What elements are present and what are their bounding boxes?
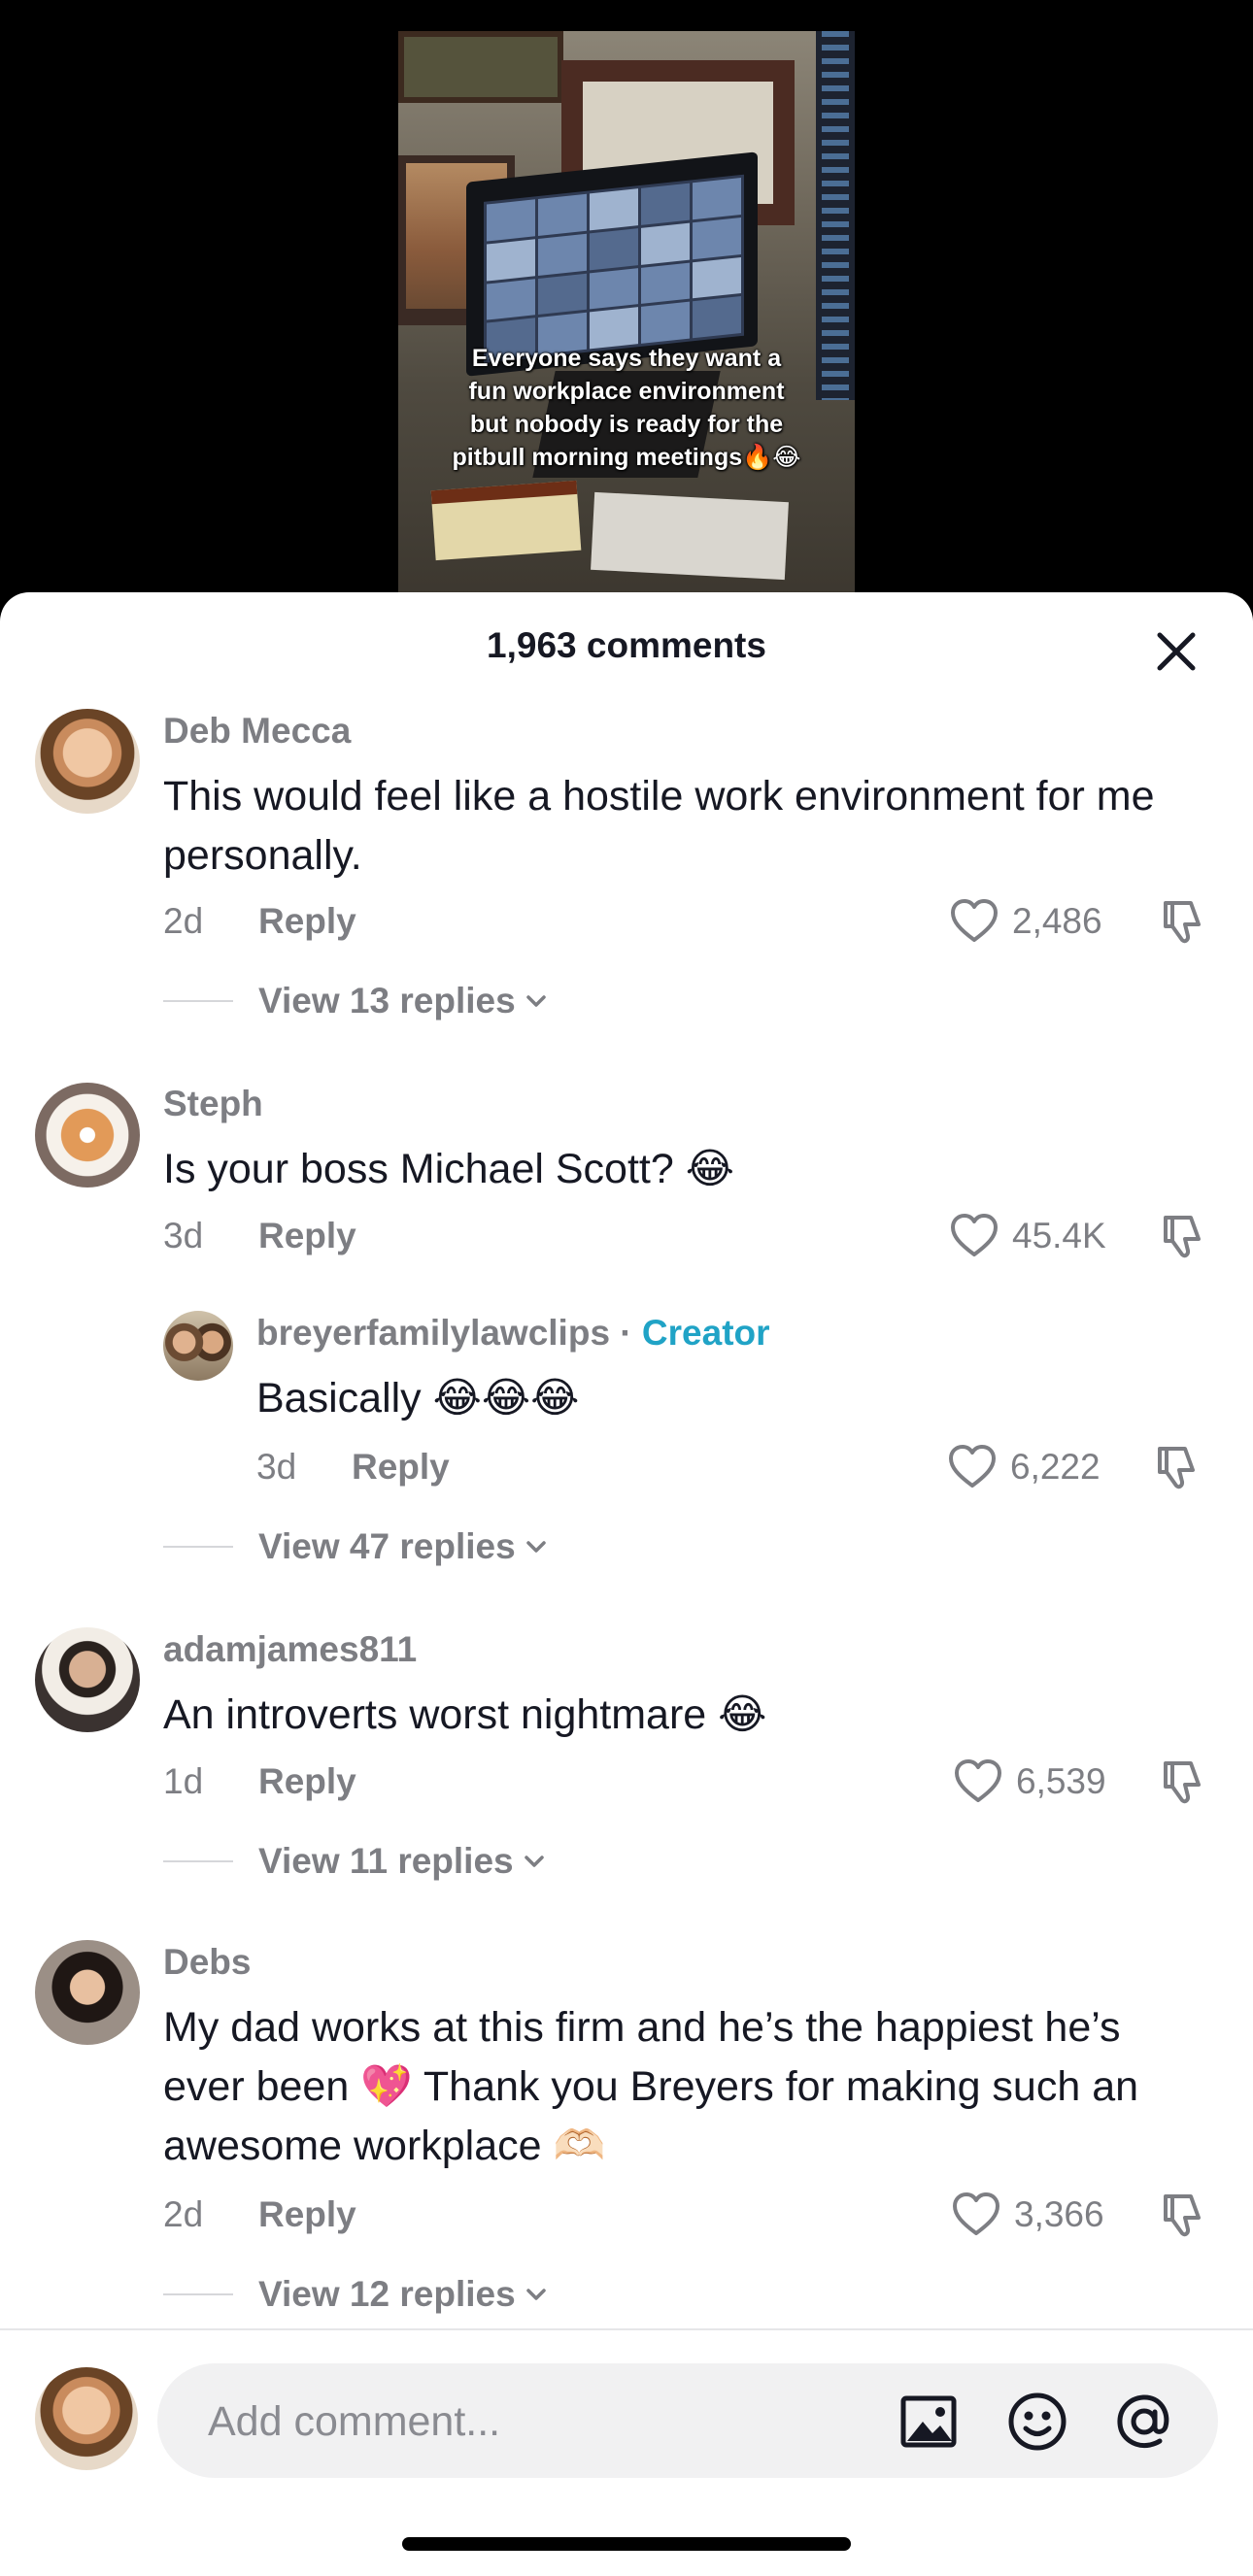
reply-button[interactable]: Reply — [258, 1761, 356, 1802]
mention-icon[interactable] — [1113, 2391, 1175, 2453]
avatar[interactable] — [35, 1627, 140, 1732]
add-comment-field[interactable]: Add comment... — [157, 2363, 1218, 2478]
reply-button[interactable]: Reply — [352, 1447, 450, 1488]
heart-icon — [951, 1214, 998, 1256]
heart-icon — [951, 899, 998, 942]
papers — [591, 491, 789, 581]
creator-badge: Creator — [641, 1313, 770, 1353]
view-replies-label: View 12 replies — [258, 2274, 516, 2314]
comment-text: An introverts worst nightmare 😂 — [163, 1691, 767, 1738]
chevron-down-icon — [525, 1541, 546, 1553]
comment-username[interactable]: Steph — [163, 1084, 263, 1124]
reply-button[interactable]: Reply — [258, 2194, 356, 2235]
comments-list[interactable]: 1,963 comments Deb Mecca This would feel… — [0, 592, 1253, 2328]
comment-text: This would feel like a hostile work envi… — [163, 773, 1155, 879]
close-icon[interactable] — [1152, 627, 1201, 676]
chevron-down-icon — [525, 2289, 546, 2300]
comment-username[interactable]: adamjames811 — [163, 1629, 417, 1670]
dislike-icon[interactable] — [1156, 2189, 1208, 2241]
like-button[interactable]: 6,222 — [946, 1441, 1101, 1493]
reply-text: Basically 😂😂😂 — [256, 1375, 580, 1422]
avatar[interactable] — [163, 1311, 233, 1381]
like-count: 2,486 — [1012, 901, 1102, 941]
like-count: 45.4K — [1012, 1216, 1106, 1255]
wall-frame — [398, 31, 563, 103]
video-area[interactable]: Everyone says they want a fun workplace … — [0, 0, 1253, 621]
comment-username[interactable]: Debs — [163, 1942, 251, 1983]
chevron-down-icon — [525, 995, 546, 1007]
dislike-icon[interactable] — [1156, 1210, 1208, 1262]
emoji-icon[interactable] — [1006, 2391, 1068, 2453]
reply-username[interactable]: breyerfamilylawclips — [256, 1313, 610, 1353]
comment-text: Is your boss Michael Scott? 😂 — [163, 1146, 734, 1192]
avatar[interactable] — [35, 2367, 138, 2470]
view-replies-label: View 11 replies — [258, 1841, 514, 1881]
comment-count: 1,963 comments — [487, 625, 766, 665]
reply-button[interactable]: Reply — [258, 1216, 356, 1256]
comment-time: 2d — [163, 2194, 204, 2234]
heart-icon — [955, 1759, 1001, 1802]
reply-button[interactable]: Reply — [258, 901, 356, 942]
avatar[interactable] — [35, 709, 140, 814]
video-caption: Everyone says they want a fun workplace … — [452, 345, 801, 471]
dislike-icon[interactable] — [1156, 895, 1208, 948]
like-button[interactable]: 2,486 — [948, 895, 1102, 948]
view-replies-button[interactable]: View 13 replies — [163, 981, 551, 1021]
view-replies-label: View 13 replies — [258, 981, 516, 1020]
comment-username[interactable]: Deb Mecca — [163, 711, 351, 752]
reply-username-line[interactable]: breyerfamilylawclips · Creator — [256, 1313, 770, 1354]
view-replies-label: View 47 replies — [258, 1526, 516, 1566]
avatar[interactable] — [35, 1940, 140, 2045]
image-icon[interactable] — [897, 2391, 960, 2453]
like-count: 6,539 — [1016, 1761, 1106, 1801]
comment-time: 2d — [163, 901, 204, 941]
like-button[interactable]: 3,366 — [950, 2189, 1104, 2241]
comments-sheet: 1,963 comments Deb Mecca This would feel… — [0, 592, 1253, 2576]
books — [430, 480, 582, 561]
view-replies-button[interactable]: View 11 replies — [163, 1841, 549, 1882]
dislike-icon[interactable] — [1150, 1441, 1202, 1493]
heart-icon — [949, 1445, 996, 1488]
chevron-down-icon — [524, 1856, 544, 1867]
view-replies-button[interactable]: View 47 replies — [163, 1526, 551, 1567]
like-button[interactable]: 6,539 — [952, 1756, 1106, 1808]
like-count: 3,366 — [1014, 2194, 1104, 2234]
comment-time: 3d — [163, 1216, 204, 1255]
like-count: 6,222 — [1010, 1447, 1101, 1487]
sheet-header: 1,963 comments — [0, 592, 1253, 707]
comment-text: My dad works at this firm and he’s the h… — [163, 2004, 1139, 2169]
dislike-icon[interactable] — [1156, 1756, 1208, 1808]
like-button[interactable]: 45.4K — [948, 1210, 1106, 1262]
video-thumbnail[interactable] — [398, 31, 855, 621]
view-replies-button[interactable]: View 12 replies — [163, 2274, 551, 2315]
comment-time: 1d — [163, 1761, 204, 1801]
heart-icon — [953, 2192, 999, 2235]
add-comment-placeholder[interactable]: Add comment... — [208, 2398, 500, 2446]
separator: · — [610, 1313, 642, 1353]
reply-time: 3d — [256, 1447, 297, 1487]
avatar[interactable] — [35, 1083, 140, 1188]
home-indicator[interactable] — [402, 2537, 851, 2551]
